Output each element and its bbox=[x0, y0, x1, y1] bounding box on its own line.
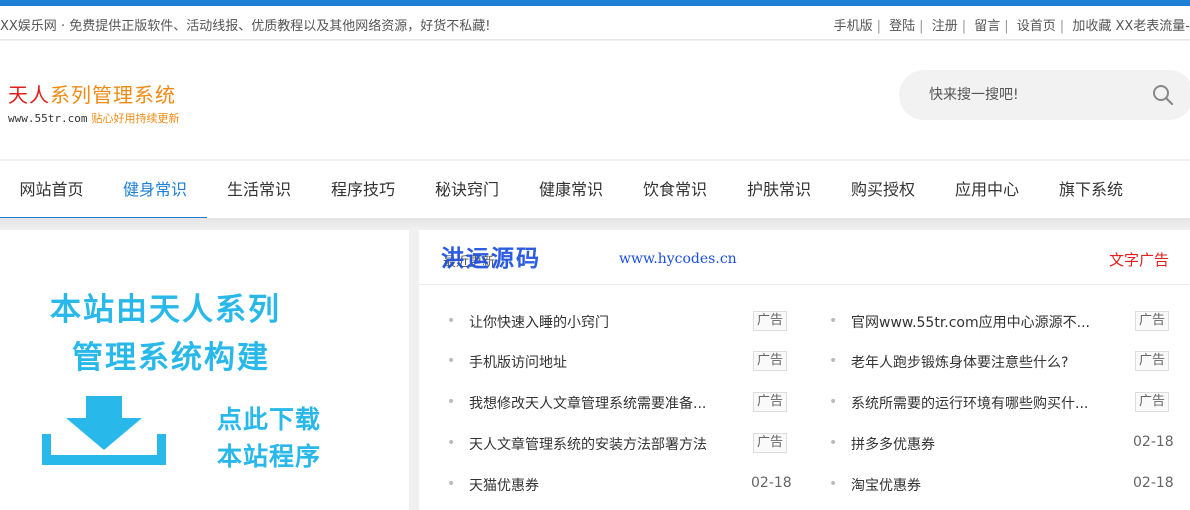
logo-url: www.55tr.com bbox=[8, 112, 88, 125]
download-icon bbox=[42, 396, 166, 465]
list-item-title[interactable]: 我想修改天人文章管理系统需要准备... bbox=[469, 393, 739, 413]
watermark-url: www.hycodes.cn bbox=[619, 251, 737, 267]
divider: | bbox=[919, 19, 924, 34]
bullet-icon: • bbox=[829, 435, 838, 451]
ad-badge: 广告 bbox=[753, 433, 788, 453]
banner-line2: 管理系统构建 bbox=[72, 340, 270, 376]
nav-item-fitness[interactable]: 健身常识 bbox=[103, 161, 207, 219]
nav-item-systems[interactable]: 旗下系统 bbox=[1039, 161, 1143, 219]
ad-badge: 广告 bbox=[1135, 311, 1170, 331]
ad-badge: 广告 bbox=[1135, 351, 1170, 371]
nav-item-programming[interactable]: 程序技巧 bbox=[311, 161, 415, 219]
search-input[interactable] bbox=[929, 83, 1129, 107]
list-item-title[interactable]: 天猫优惠券 bbox=[469, 475, 739, 495]
bullet-icon: • bbox=[829, 476, 838, 492]
list-item[interactable]: • 手机版访问地址 广告 bbox=[447, 351, 793, 372]
main-nav: 网站首页 健身常识 生活常识 程序技巧 秘诀窍门 健康常识 饮食常识 护肤常识 … bbox=[0, 160, 1190, 219]
list-item-title[interactable]: 手机版访问地址 bbox=[469, 352, 739, 372]
list-item[interactable]: • 淘宝优惠券 02-18 bbox=[829, 475, 1175, 495]
divider: | bbox=[1004, 19, 1009, 34]
bullet-icon: • bbox=[447, 394, 456, 410]
nav-shadow bbox=[0, 218, 1190, 230]
logo-tagline: 贴心好用持续更新 bbox=[91, 112, 180, 125]
site-logo[interactable]: 天人系列管理系统 www.55tr.com 贴心好用持续更新 bbox=[8, 79, 179, 126]
list-item-title[interactable]: 天人文章管理系统的安装方法部署方法 bbox=[469, 434, 739, 454]
list-item-date: 02-18 bbox=[1133, 475, 1174, 491]
logo-subtitle: www.55tr.com 贴心好用持续更新 bbox=[8, 110, 179, 126]
bullet-icon: • bbox=[447, 353, 456, 369]
link-partner[interactable]: XX老表流量- bbox=[1115, 19, 1190, 34]
logo-title-red: 天人 bbox=[8, 83, 50, 107]
site-notice: XX娱乐网 · 免费提供正版软件、活动线报、优质教程以及其他网络资源，好货不私藏… bbox=[0, 19, 491, 34]
link-login[interactable]: 登陆 bbox=[889, 19, 915, 34]
list-item[interactable]: • 官网www.55tr.com应用中心源源不... 广告 bbox=[829, 311, 1175, 332]
list-item-title[interactable]: 官网www.55tr.com应用中心源源不... bbox=[851, 312, 1113, 332]
nav-item-life[interactable]: 生活常识 bbox=[207, 161, 311, 219]
list-item[interactable]: • 天猫优惠券 02-18 bbox=[447, 475, 793, 495]
bullet-icon: • bbox=[447, 435, 456, 451]
list-item[interactable]: • 老年人跑步锻炼身体要注意些什么? 广告 bbox=[829, 351, 1175, 372]
watermark-text: 洪运源码 bbox=[441, 246, 541, 272]
divider: | bbox=[1059, 19, 1065, 34]
list-item-title[interactable]: 系统所需要的运行环境有哪些购买什... bbox=[851, 393, 1113, 413]
link-guestbook[interactable]: 留言 bbox=[974, 19, 1000, 34]
banner-cta-line2: 本站程序 bbox=[217, 442, 322, 471]
nav-item-home[interactable]: 网站首页 bbox=[0, 161, 103, 219]
link-bookmark[interactable]: 加收藏 bbox=[1072, 19, 1111, 34]
list-item[interactable]: • 我想修改天人文章管理系统需要准备... 广告 bbox=[447, 392, 793, 413]
news-panel: 最近更新 洪运源码 www.hycodes.cn 文字广告 • 让你快速入睡的小… bbox=[419, 230, 1190, 510]
list-item-date: 02-18 bbox=[1133, 434, 1174, 450]
top-bar: XX娱乐网 · 免费提供正版软件、活动线报、优质教程以及其他网络资源，好货不私藏… bbox=[0, 6, 1190, 40]
banner-cta-line1: 点此下载 bbox=[217, 405, 322, 434]
list-item[interactable]: • 拼多多优惠券 02-18 bbox=[829, 434, 1175, 454]
banner-line1: 本站由天人系列 bbox=[50, 292, 281, 328]
list-item-title[interactable]: 淘宝优惠券 bbox=[851, 475, 1113, 495]
nav-item-diet[interactable]: 饮食常识 bbox=[623, 161, 727, 219]
news-header: 最近更新 洪运源码 www.hycodes.cn 文字广告 bbox=[419, 230, 1190, 285]
logo-title: 天人系列管理系统 bbox=[8, 79, 179, 108]
download-banner[interactable]: 本站由天人系列 管理系统构建 点此下载 本站程序 bbox=[0, 230, 409, 510]
search-icon[interactable] bbox=[1152, 84, 1174, 106]
link-register[interactable]: 注册 bbox=[932, 19, 958, 34]
bullet-icon: • bbox=[829, 313, 838, 329]
list-item-date: 02-18 bbox=[751, 475, 792, 491]
site-header: 天人系列管理系统 www.55tr.com 贴心好用持续更新 bbox=[0, 41, 1190, 159]
ad-badge: 广告 bbox=[753, 392, 788, 412]
nav-item-apps[interactable]: 应用中心 bbox=[935, 161, 1039, 219]
ad-badge: 广告 bbox=[1135, 392, 1170, 412]
nav-item-purchase[interactable]: 购买授权 bbox=[831, 161, 935, 219]
bullet-icon: • bbox=[829, 353, 838, 369]
ad-badge: 广告 bbox=[753, 311, 788, 331]
list-item-title[interactable]: 老年人跑步锻炼身体要注意些什么? bbox=[851, 352, 1113, 372]
bullet-icon: • bbox=[829, 394, 838, 410]
text-ad-link[interactable]: 文字广告 bbox=[1109, 249, 1169, 270]
divider: | bbox=[876, 19, 881, 34]
nav-item-tips[interactable]: 秘诀窍门 bbox=[415, 161, 519, 219]
divider: | bbox=[961, 19, 967, 34]
link-mobile[interactable]: 手机版 bbox=[834, 19, 873, 34]
link-set-homepage[interactable]: 设首页 bbox=[1017, 19, 1056, 34]
list-item[interactable]: • 让你快速入睡的小窍门 广告 bbox=[447, 311, 793, 332]
nav-item-skincare[interactable]: 护肤常识 bbox=[727, 161, 831, 219]
nav-item-health[interactable]: 健康常识 bbox=[519, 161, 623, 219]
ad-badge: 广告 bbox=[753, 351, 788, 371]
search-box bbox=[899, 70, 1190, 120]
list-item[interactable]: • 天人文章管理系统的安装方法部署方法 广告 bbox=[447, 433, 793, 454]
list-item-title[interactable]: 拼多多优惠券 bbox=[851, 434, 1113, 454]
list-item-title[interactable]: 让你快速入睡的小窍门 bbox=[469, 312, 739, 332]
bullet-icon: • bbox=[447, 313, 456, 329]
list-item[interactable]: • 系统所需要的运行环境有哪些购买什... 广告 bbox=[829, 392, 1175, 413]
top-links: 手机版 | 登陆 | 注册 | 留言 | 设首页 | 加收藏 XX老表流量- bbox=[834, 15, 1190, 34]
logo-title-orange: 系列管理系统 bbox=[50, 83, 176, 107]
bullet-icon: • bbox=[447, 476, 456, 492]
